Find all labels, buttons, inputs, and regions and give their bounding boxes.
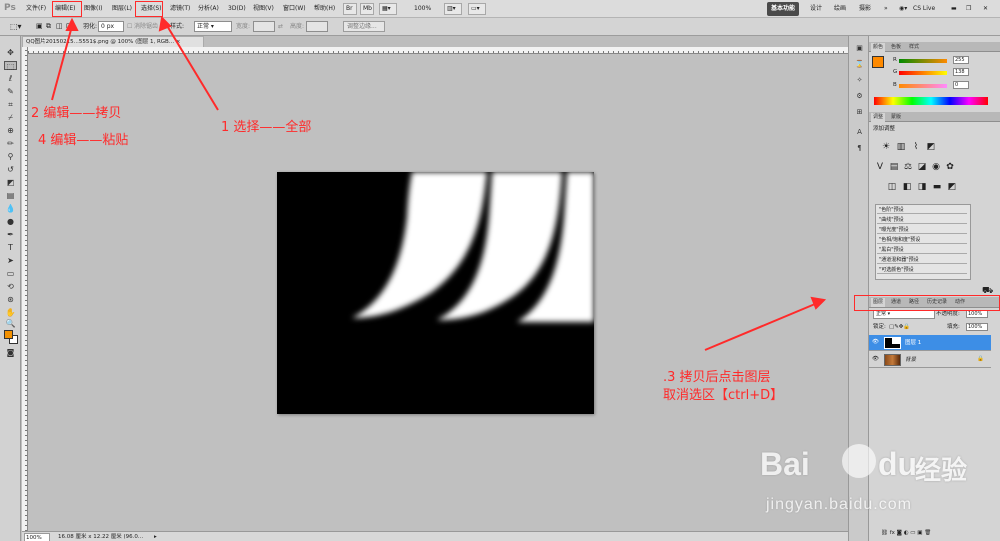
watermark-url: jingyan.baidu.com	[766, 496, 912, 513]
note-step3-line2: 取消选区【ctrl+D】	[663, 388, 784, 403]
watermark-paw-icon	[842, 444, 876, 478]
watermark-brand: Bai	[760, 446, 810, 482]
arrow-to-edit-menu	[51, 25, 73, 101]
baidu-watermark: Bai du 经验 jingyan.baidu.com	[760, 440, 967, 520]
note-step2: 2 编辑——拷贝	[31, 106, 122, 121]
arrow-head-layers	[810, 296, 827, 310]
note-step4: 4 编辑——粘贴	[38, 133, 129, 148]
note-step1: 1 选择——全部	[221, 120, 312, 135]
arrow-head-edit	[65, 17, 79, 31]
note-step3-line1: .3 拷贝后点击图层	[663, 370, 771, 385]
watermark-brand-du: du	[878, 446, 918, 482]
arrow-to-layers	[704, 303, 816, 351]
arrow-to-select-menu	[165, 23, 219, 111]
watermark-chinese: 经验	[915, 456, 968, 486]
